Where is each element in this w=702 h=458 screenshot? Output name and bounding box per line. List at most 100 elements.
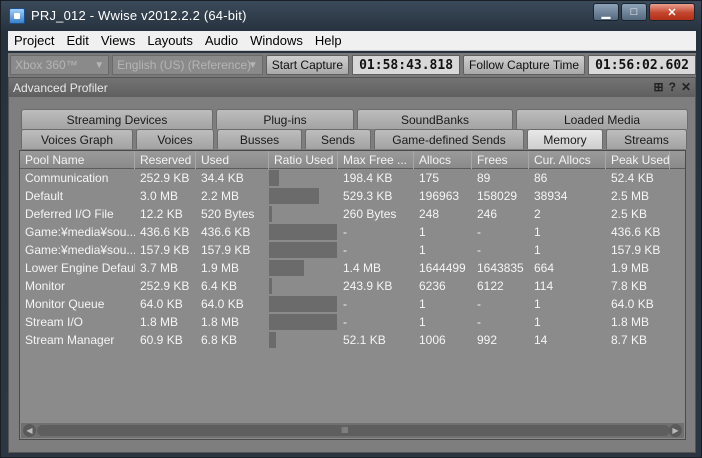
cell-frees: 246	[477, 207, 498, 221]
ratio-used-cell	[269, 223, 338, 241]
minimize-button[interactable]: ▁	[593, 3, 619, 21]
cell-peak-used: 2.5 KB	[611, 207, 648, 221]
cell-cur-allocs: 1	[534, 315, 541, 329]
chevron-down-icon: ▼	[94, 60, 105, 71]
tab-game-defined-sends[interactable]: Game-defined Sends	[374, 129, 524, 149]
close-icon: ✕	[667, 6, 677, 19]
cell-allocs: 1	[419, 297, 426, 311]
cell-used: 64.0 KB	[201, 297, 244, 311]
ratio-used-cell	[269, 205, 338, 223]
column-header-ratio-used[interactable]: Ratio Used	[269, 151, 338, 169]
tab-voices-graph[interactable]: Voices Graph	[21, 129, 133, 149]
menu-layouts[interactable]: Layouts	[141, 33, 199, 48]
tab-soundbanks[interactable]: SoundBanks	[357, 109, 513, 129]
menu-views[interactable]: Views	[95, 33, 141, 48]
platform-value: Xbox 360™	[15, 58, 78, 72]
table-row[interactable]: Stream I/O 1.8 MB 1.8 MB - 1 - 1 1.8 MB	[20, 313, 685, 331]
menu-windows[interactable]: Windows	[244, 33, 309, 48]
cell-pool-name: Monitor	[25, 279, 66, 293]
app-window: PRJ_012 - Wwise v2012.2.2 (64-bit) ▁ □ ✕…	[0, 0, 702, 458]
menu-audio[interactable]: Audio	[199, 33, 244, 48]
wwise-app-icon[interactable]	[9, 8, 25, 24]
close-window-button[interactable]: ✕	[649, 3, 695, 21]
cell-cur-allocs: 2	[534, 207, 541, 221]
grid-icon[interactable]: ⊞	[654, 80, 664, 94]
cell-allocs: 1006	[419, 333, 446, 347]
cell-frees: 158029	[477, 189, 518, 203]
table-row[interactable]: Deferred I/O File 12.2 KB 520 Bytes 260 Byt…	[20, 205, 685, 223]
cell-max-free: -	[343, 315, 347, 329]
table-row[interactable]: Game:¥media¥sou... 436.6 KB 436.6 KB - 1 - 1 43…	[20, 223, 685, 241]
title-bar[interactable]: PRJ_012 - Wwise v2012.2.2 (64-bit) ▁ □ ✕	[1, 1, 701, 31]
column-header-reserved[interactable]: Reserved	[135, 151, 196, 169]
cell-peak-used: 1.9 MB	[611, 261, 650, 275]
ratio-used-bar	[269, 206, 272, 222]
tab-streams[interactable]: Streams	[606, 129, 687, 149]
table-row[interactable]: Monitor 252.9 KB 6.4 KB 243.9 KB 6236 6122 114…	[20, 277, 685, 295]
capture-time-display: 01:58:43.818	[352, 55, 461, 75]
table-row[interactable]: Monitor Queue 64.0 KB 64.0 KB - 1 - 1 64.0 KB	[20, 295, 685, 313]
panel-title: Advanced Profiler	[13, 80, 108, 95]
table-row[interactable]: Stream Manager 60.9 KB 6.8 KB 52.1 KB 1006 99…	[20, 331, 685, 349]
cell-used: 520 Bytes	[201, 207, 255, 221]
cell-pool-name: Default	[25, 189, 64, 203]
horizontal-scrollbar[interactable]: ◀ ▦ ▶	[21, 423, 684, 438]
memory-table: Pool Name Reserved Used Ratio Used Max Free …	[19, 150, 686, 440]
tab-memory[interactable]: Memory	[527, 129, 603, 149]
language-dropdown[interactable]: English (US) (Reference) ▼	[112, 55, 263, 75]
ratio-used-bar	[269, 296, 337, 312]
cell-cur-allocs: 38934	[534, 189, 568, 203]
cell-reserved: 252.9 KB	[140, 171, 190, 185]
close-icon[interactable]: ✕	[681, 80, 691, 94]
tab-plug-ins[interactable]: Plug-ins	[216, 109, 354, 129]
tab-loaded-media[interactable]: Loaded Media	[516, 109, 688, 129]
cell-cur-allocs: 1	[534, 243, 541, 257]
column-header-cur-allocs[interactable]: Cur. Allocs	[529, 151, 606, 169]
tab-streaming-devices[interactable]: Streaming Devices	[21, 109, 213, 129]
help-icon[interactable]: ?	[669, 80, 676, 94]
cell-reserved: 3.7 MB	[140, 261, 179, 275]
scroll-left-icon[interactable]: ◀	[23, 424, 36, 437]
scrollbar-thumb[interactable]	[37, 425, 670, 436]
column-header-peak-used[interactable]: Peak Used	[606, 151, 670, 169]
column-header-pool-name[interactable]: Pool Name	[20, 151, 135, 169]
ratio-used-cell	[269, 187, 338, 205]
follow-time-display: 01:56:02.602	[588, 55, 696, 75]
table-row[interactable]: Default 3.0 MB 2.2 MB 529.3 KB 196963 158029 3…	[20, 187, 685, 205]
cell-frees: -	[477, 225, 481, 239]
cell-frees: -	[477, 297, 481, 311]
column-header-allocs[interactable]: Allocs	[414, 151, 472, 169]
cell-allocs: 1	[419, 243, 426, 257]
column-header-frees[interactable]: Frees	[472, 151, 529, 169]
cell-allocs: 196963	[419, 189, 460, 203]
menu-edit[interactable]: Edit	[60, 33, 94, 48]
table-row[interactable]: Communication 252.9 KB 34.4 KB 198.4 KB 175 8…	[20, 169, 685, 187]
cell-max-free: 260 Bytes	[343, 207, 397, 221]
cell-pool-name: Deferred I/O File	[25, 207, 114, 221]
table-header: Pool Name Reserved Used Ratio Used Max Free …	[20, 151, 685, 169]
platform-dropdown[interactable]: Xbox 360™ ▼	[10, 55, 110, 75]
tab-voices[interactable]: Voices	[136, 129, 214, 149]
column-header-used[interactable]: Used	[196, 151, 269, 169]
menu-help[interactable]: Help	[309, 33, 348, 48]
table-row[interactable]: Lower Engine Default 3.7 MB 1.9 MB 1.4 MB 16…	[20, 259, 685, 277]
maximize-button[interactable]: □	[621, 3, 647, 21]
start-capture-button[interactable]: Start Capture	[265, 55, 350, 75]
cell-max-free: -	[343, 297, 347, 311]
column-header-max-free[interactable]: Max Free ...	[338, 151, 414, 169]
cell-max-free: 198.4 KB	[343, 171, 393, 185]
scroll-right-icon[interactable]: ▶	[669, 424, 682, 437]
ratio-used-cell	[269, 295, 338, 313]
cell-max-free: 52.1 KB	[343, 333, 386, 347]
cell-reserved: 157.9 KB	[140, 243, 190, 257]
cell-reserved: 252.9 KB	[140, 279, 190, 293]
cell-max-free: 243.9 KB	[343, 279, 393, 293]
cell-pool-name: Monitor Queue	[25, 297, 105, 311]
cell-used: 1.8 MB	[201, 315, 240, 329]
tab-sends[interactable]: Sends	[305, 129, 371, 149]
tab-busses[interactable]: Busses	[217, 129, 302, 149]
follow-capture-time-button[interactable]: Follow Capture Time	[463, 55, 586, 75]
minimize-icon: ▁	[601, 6, 611, 19]
table-row[interactable]: Game:¥media¥sou... 157.9 KB 157.9 KB - 1 - 1 15…	[20, 241, 685, 259]
menu-project[interactable]: Project	[8, 33, 60, 48]
